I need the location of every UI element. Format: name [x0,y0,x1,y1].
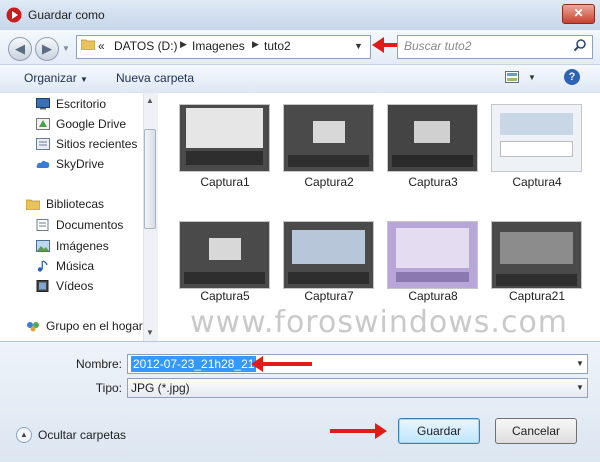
nav-item-imagenes[interactable]: Imágenes [56,239,109,253]
breadcrumb-separator-icon[interactable]: ▶ [180,39,187,50]
organize-button[interactable]: Organizar ▼ [24,71,88,85]
collapse-icon[interactable]: ▲ [16,427,32,443]
filetype-dropdown-icon[interactable]: ▼ [576,383,584,392]
nav-item-skydrive[interactable]: SkyDrive [56,157,104,171]
filetype-select[interactable] [127,378,588,398]
annotation-arrow [251,356,312,372]
file-name[interactable]: Captura2 [277,175,381,189]
file-name[interactable]: Captura21 [485,289,589,303]
file-name[interactable]: Captura5 [173,289,277,303]
breadcrumb-overflow[interactable]: « [98,39,105,53]
nav-item-videos[interactable]: Vídeos [56,279,93,293]
file-name[interactable]: Captura7 [277,289,381,303]
chevron-down-icon: ▼ [80,75,88,84]
file-thumbnail[interactable] [387,104,478,172]
file-thumbnail[interactable] [387,221,478,289]
file-name[interactable]: Captura1 [173,175,277,189]
file-thumbnail[interactable] [491,104,582,172]
save-button[interactable]: Guardar [398,418,480,444]
libraries-icon [26,199,40,210]
file-name[interactable]: Captura4 [485,175,589,189]
videos-icon [36,280,49,292]
file-name[interactable]: Captura3 [381,175,485,189]
name-label: Nombre: [75,357,122,371]
breadcrumb-separator-icon[interactable]: ▶ [252,39,259,50]
breadcrumb-tuto2[interactable]: tuto2 [264,39,291,53]
nav-item-musica[interactable]: Música [56,259,94,273]
recent-pages-dropdown-icon[interactable]: ▼ [62,44,70,53]
app-icon [6,7,22,23]
scroll-down-icon[interactable]: ▼ [146,328,154,337]
desktop-icon [36,98,50,110]
window-title: Guardar como [28,8,105,22]
close-button[interactable]: ✕ [562,4,595,24]
file-thumbnail[interactable] [283,104,374,172]
folder-icon [81,39,95,50]
view-dropdown-icon[interactable]: ▼ [528,73,536,82]
filetype-value: JPG (*.jpg) [131,381,190,395]
nav-scroll-thumb[interactable] [144,129,156,229]
file-thumbnail[interactable] [283,221,374,289]
cancel-button[interactable]: Cancelar [495,418,577,444]
filename-dropdown-icon[interactable]: ▼ [576,359,584,368]
breadcrumb-drive[interactable]: DATOS (D:) [114,39,178,53]
annotation-arrow [330,423,387,439]
file-thumbnail[interactable] [491,221,582,289]
nav-item-bibliotecas[interactable]: Bibliotecas [46,197,104,211]
nav-item-documentos[interactable]: Documentos [56,218,123,232]
nav-item-sitios-recientes[interactable]: Sitios recientes [56,137,137,151]
scroll-up-icon[interactable]: ▲ [146,96,154,105]
new-folder-button[interactable]: Nueva carpeta [116,71,194,85]
pictures-icon [36,240,50,252]
back-button[interactable]: ◀ [8,37,32,61]
watermark: www.foroswindows.com [190,305,569,340]
google-drive-icon [36,118,50,130]
forward-button[interactable]: ▶ [35,37,59,61]
view-options-icon[interactable] [505,71,519,83]
search-placeholder: Buscar tuto2 [404,39,472,53]
file-name[interactable]: Captura8 [381,289,485,303]
recent-places-icon [36,138,50,150]
nav-item-escritorio[interactable]: Escritorio [56,97,106,111]
breadcrumb-imagenes[interactable]: Imagenes [192,39,245,53]
address-dropdown-icon[interactable]: ▼ [354,41,363,51]
nav-item-grupo-hogar[interactable]: Grupo en el hogar [46,319,143,333]
skydrive-icon [36,160,50,168]
homegroup-icon [27,322,39,332]
search-icon[interactable] [573,38,587,52]
filename-value[interactable]: 2012-07-23_21h28_21 [131,356,257,372]
type-label: Tipo: [95,381,122,395]
organize-label: Organizar [24,71,77,85]
file-thumbnail[interactable] [179,221,270,289]
help-icon[interactable]: ? [564,69,580,85]
music-icon [37,260,48,272]
file-thumbnail[interactable] [179,104,270,172]
documents-icon [36,219,49,231]
nav-item-google-drive[interactable]: Google Drive [56,117,126,131]
hide-folders-button[interactable]: Ocultar carpetas [38,428,126,442]
